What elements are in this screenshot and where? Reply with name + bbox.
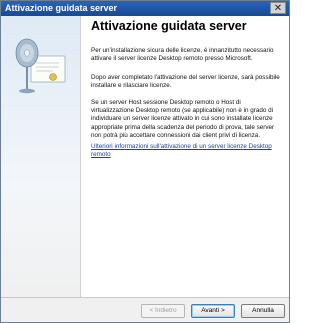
warning-paragraph: Se un server Host sessione Desktop remot… <box>91 99 275 139</box>
next-button[interactable]: Avanti > <box>191 304 235 318</box>
activation-paragraph: Dopo aver completato l'attivazione del s… <box>91 74 280 90</box>
close-button[interactable]: ✕ <box>270 2 286 14</box>
certificate-disc-icon <box>15 38 66 94</box>
wizard-side-panel <box>1 16 80 296</box>
intro-paragraph: Per un'installazione sicura delle licenz… <box>91 47 274 63</box>
more-info-link[interactable]: Ulteriori informazioni sull'attivazione … <box>91 143 283 159</box>
page-heading: Attivazione guidata server <box>91 19 247 33</box>
wizard-window: Attivazione guidata server ✕ Attivazione… <box>0 0 290 323</box>
button-bar: < Indietro Avanti > Annulla <box>1 297 289 322</box>
window-title: Attivazione guidata server <box>5 3 118 13</box>
wizard-content: Attivazione guidata server Per un'instal… <box>80 16 289 297</box>
title-bar[interactable]: Attivazione guidata server ✕ <box>1 1 289 16</box>
cancel-button[interactable]: Annulla <box>241 304 285 318</box>
back-button[interactable]: < Indietro <box>141 304 185 318</box>
